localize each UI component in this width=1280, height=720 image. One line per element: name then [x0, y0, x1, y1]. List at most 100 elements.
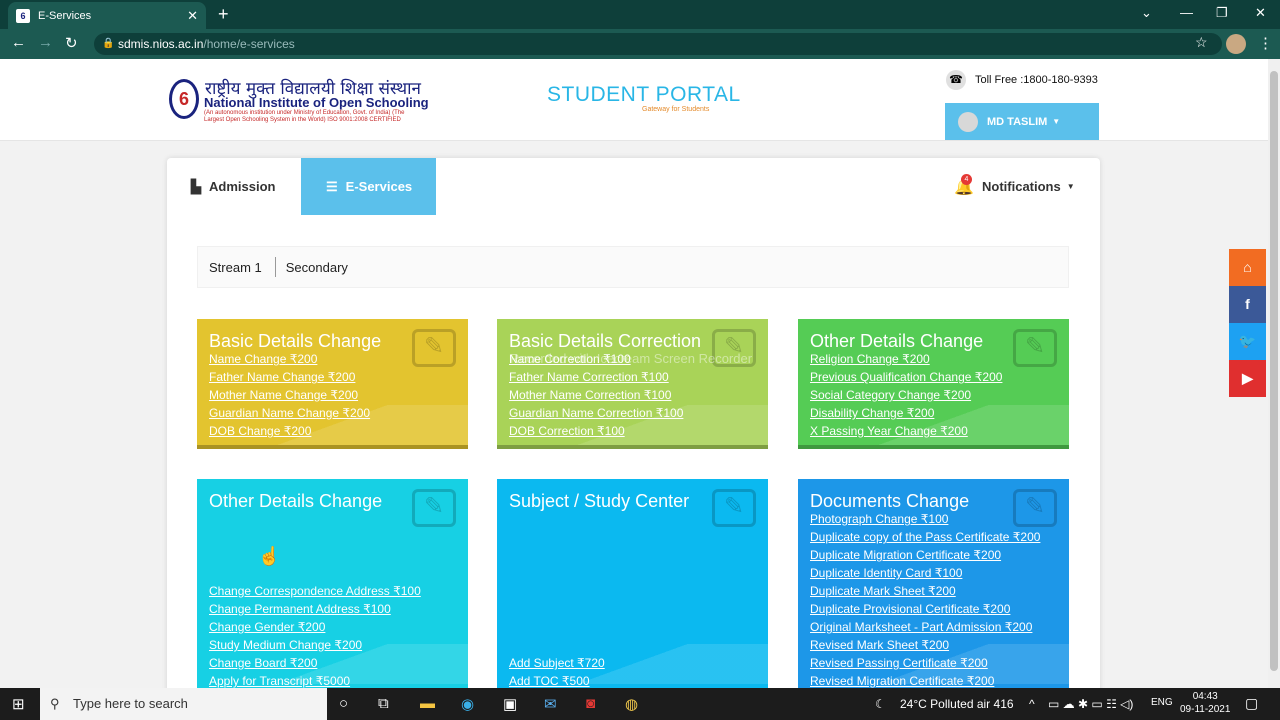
service-link[interactable]: Revised Migration Certificate ₹200 — [810, 672, 1040, 688]
back-icon[interactable]: ← — [11, 34, 26, 51]
profile-avatar[interactable] — [1226, 34, 1246, 54]
store-icon[interactable]: ▣ — [503, 695, 517, 713]
edge-icon[interactable]: ◉ — [461, 695, 474, 713]
service-link[interactable]: Change Gender ₹200 — [209, 618, 421, 636]
service-link[interactable]: Apply for Transcript ₹5000 — [209, 672, 421, 688]
tray-icons[interactable]: ▭ ☁ ✱ ▭ ☷ ◁) — [1048, 697, 1133, 711]
minimize-icon[interactable]: — — [1180, 5, 1193, 20]
close-window-icon[interactable]: ✕ — [1255, 5, 1266, 21]
caret-down-icon: ▼ — [1066, 182, 1075, 191]
browser-tab[interactable]: 6 E-Services ✕ — [8, 2, 206, 29]
service-link[interactable]: Guardian Name Change ₹200 — [209, 404, 370, 422]
service-link[interactable]: Add TOC ₹500 — [509, 672, 605, 688]
service-link[interactable]: Previous Qualification Change ₹200 — [810, 368, 1002, 386]
weather-text[interactable]: 24°C Polluted air 416 — [900, 697, 1014, 711]
service-link[interactable]: Revised Mark Sheet ₹200 — [810, 636, 1040, 654]
new-tab-icon[interactable]: + — [218, 4, 229, 25]
portal-title: STUDENT PORTAL — [547, 83, 741, 106]
service-link[interactable]: Change Correspondence Address ₹100 — [209, 582, 421, 600]
service-link[interactable]: Photograph Change ₹100 — [810, 510, 1040, 528]
tab-admission[interactable]: ▙ Admission — [167, 158, 301, 215]
tab-admission-label: Admission — [209, 179, 276, 194]
service-link[interactable]: Duplicate copy of the Pass Certificate ₹… — [810, 528, 1040, 546]
url-input[interactable]: 🔒 sdmis.nios.ac.in/home/e-services — [94, 33, 1222, 55]
service-link[interactable]: Change Permanent Address ₹100 — [209, 600, 421, 618]
service-box: Basic Details Change ✎ Name Change ₹200 Fat… — [197, 319, 468, 449]
service-link[interactable]: Original Marksheet - Part Admission ₹200 — [810, 618, 1040, 636]
search-placeholder: Type here to search — [73, 696, 188, 711]
user-menu-button[interactable]: MD TASLIM ▼ — [945, 103, 1099, 140]
user-name: MD TASLIM — [987, 115, 1048, 128]
box-links: Religion Change ₹200 Previous Qualificati… — [810, 350, 1002, 440]
bell-icon[interactable]: 🔔 — [954, 158, 974, 215]
taskbar-clock[interactable]: 04:43 09-11-2021 — [1180, 690, 1230, 716]
task-view-icon[interactable]: ⧉ — [378, 695, 389, 712]
stream-bar: Stream 1 Secondary — [197, 246, 1069, 288]
service-link[interactable]: X Passing Year Change ₹200 — [810, 422, 1002, 440]
service-link[interactable]: Study Medium Change ₹200 — [209, 636, 421, 654]
language-indicator[interactable]: ENG — [1151, 697, 1173, 708]
service-link[interactable]: Add Subject ₹720 — [509, 654, 605, 672]
list-icon: ☰ — [326, 178, 338, 194]
service-link[interactable]: Duplicate Migration Certificate ₹200 — [810, 546, 1040, 564]
service-link[interactable]: Mother Name Change ₹200 — [209, 386, 370, 404]
service-link[interactable]: Revised Passing Certificate ₹200 — [810, 654, 1040, 672]
service-link[interactable]: Duplicate Mark Sheet ₹200 — [810, 582, 1040, 600]
service-link[interactable]: Change Board ₹200 — [209, 654, 421, 672]
mail-icon[interactable]: ✉ — [544, 695, 557, 713]
cortana-icon[interactable]: ○ — [339, 695, 348, 712]
scrollbar-thumb[interactable] — [1270, 71, 1278, 671]
url-path: /home/e-services — [203, 37, 295, 51]
caret-down-icon: ▼ — [1052, 117, 1061, 126]
tray-expand-icon[interactable]: ^ — [1029, 697, 1035, 711]
service-link[interactable]: Duplicate Provisional Certificate ₹200 — [810, 600, 1040, 618]
service-link[interactable]: Religion Change ₹200 — [810, 350, 1002, 368]
service-link[interactable]: Social Category Change ₹200 — [810, 386, 1002, 404]
file-explorer-icon[interactable]: ▬ — [420, 695, 435, 712]
edit-icon: ✎ — [412, 489, 456, 527]
box-bottom-border — [197, 445, 468, 449]
clock-date: 09-11-2021 — [1180, 704, 1231, 715]
edit-icon: ✎ — [1013, 329, 1057, 367]
lock-icon: 🔒 — [102, 38, 115, 49]
youtube-icon[interactable]: ▶ — [1229, 360, 1266, 397]
close-tab-icon[interactable]: ✕ — [187, 8, 198, 24]
home-social-button[interactable]: ⌂ — [1229, 249, 1266, 286]
admission-icon: ▙ — [191, 178, 201, 194]
box-links: Name Change ₹200 Father Name Change ₹200 M… — [209, 350, 370, 440]
browser-menu-icon[interactable]: ⋮ — [1258, 34, 1273, 52]
service-link[interactable]: Name Change ₹200 — [209, 350, 370, 368]
bookmark-star-icon[interactable]: ☆ — [1195, 34, 1208, 51]
tab-eservices[interactable]: ☰ E-Services — [301, 158, 436, 215]
action-center-icon[interactable]: ▢ — [1245, 695, 1258, 712]
service-link[interactable]: Duplicate Identity Card ₹100 — [810, 564, 1040, 582]
box-title: Other Details Change — [209, 491, 383, 511]
divider — [274, 257, 276, 277]
service-link[interactable]: Guardian Name Correction ₹100 — [509, 404, 683, 422]
windows-start-icon[interactable]: ⊞ — [12, 695, 25, 713]
page-scrollbar[interactable] — [1268, 59, 1280, 689]
twitter-icon[interactable]: 🐦 — [1229, 323, 1266, 360]
service-link[interactable]: Father Name Correction ₹100 — [509, 368, 683, 386]
service-link[interactable]: Father Name Change ₹200 — [209, 368, 370, 386]
reload-icon[interactable]: ↻ — [65, 34, 78, 52]
service-link[interactable]: DOB Correction ₹100 — [509, 422, 683, 440]
user-avatar — [958, 111, 978, 132]
service-link[interactable]: Mother Name Correction ₹100 — [509, 386, 683, 404]
taskbar-search[interactable]: ⚲ Type here to search — [40, 688, 327, 720]
facebook-icon[interactable]: f — [1229, 286, 1266, 323]
tab-search-icon[interactable]: ⌄ — [1141, 5, 1152, 21]
nios-logo-icon[interactable]: 6 — [169, 79, 199, 119]
stream-level: Secondary — [285, 259, 348, 275]
service-link[interactable]: Disability Change ₹200 — [810, 404, 1002, 422]
maximize-icon[interactable]: ❐ — [1216, 5, 1228, 21]
address-bar-row: ← → ↻ 🔒 sdmis.nios.ac.in/home/e-services… — [0, 29, 1280, 59]
service-link[interactable]: DOB Change ₹200 — [209, 422, 370, 440]
url-host: sdmis.nios.ac.in — [118, 37, 204, 51]
notifications-menu[interactable]: Notifications ▼ — [982, 158, 1075, 215]
forward-icon[interactable]: → — [38, 34, 53, 51]
search-icon: ⚲ — [50, 696, 60, 711]
chrome-icon[interactable]: ◍ — [625, 695, 638, 713]
recorder-app-icon[interactable]: ◙ — [586, 695, 595, 712]
toll-free-number: Toll Free :1800-180-9393 — [975, 74, 1098, 86]
